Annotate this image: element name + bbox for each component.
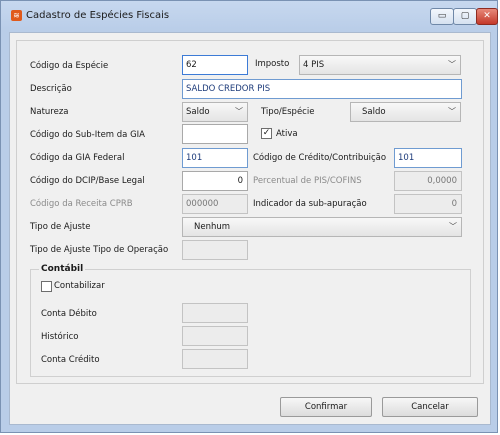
contabilizar-label: Contabilizar bbox=[54, 281, 105, 291]
descricao-input[interactable]: SALDO CREDOR PIS bbox=[182, 79, 462, 99]
conta-debito-input bbox=[182, 303, 248, 323]
tipo-especie-select[interactable]: Saldo ﹀ bbox=[350, 102, 461, 122]
conta-credito-input bbox=[182, 349, 248, 369]
tipo-especie-value: Saldo bbox=[362, 107, 386, 117]
dialog-window: ≋ Cadastro de Espécies Fiscais ▭ ▢ ✕ Cód… bbox=[0, 0, 498, 433]
tipo-ajuste-value: Nenhum bbox=[194, 222, 231, 232]
sub-item-gia-input[interactable] bbox=[182, 124, 248, 144]
codigo-especie-label: Código da Espécie bbox=[30, 61, 109, 71]
imposto-value: 4 PIS bbox=[303, 60, 325, 70]
historico-input bbox=[182, 326, 248, 346]
conta-debito-label: Conta Débito bbox=[41, 309, 97, 319]
codigo-especie-input[interactable]: 62 bbox=[182, 55, 248, 75]
dcip-base-legal-input[interactable]: 0 bbox=[182, 171, 248, 191]
credito-contribuicao-label: Código de Crédito/Contribuição bbox=[253, 153, 387, 163]
indicador-subapuracao-input: 0 bbox=[394, 194, 462, 214]
historico-label: Histórico bbox=[41, 332, 79, 342]
tipo-ajuste-label: Tipo de Ajuste bbox=[30, 222, 91, 232]
sub-item-gia-label: Código do Sub-Item da GIA bbox=[30, 130, 145, 140]
app-icon: ≋ bbox=[11, 10, 22, 21]
chevron-down-icon: ﹀ bbox=[235, 107, 243, 116]
chevron-down-icon: ﹀ bbox=[449, 222, 457, 231]
form-panel: Código da Espécie 62 Imposto 4 PIS ﹀ Des… bbox=[16, 40, 484, 384]
ativa-label: Ativa bbox=[276, 129, 298, 139]
client-area: Código da Espécie 62 Imposto 4 PIS ﹀ Des… bbox=[9, 32, 491, 425]
tipo-ajuste-operacao-input bbox=[182, 240, 248, 260]
receita-cprb-label: Código da Receita CPRB bbox=[30, 199, 133, 209]
natureza-value: Saldo bbox=[186, 107, 210, 117]
gia-federal-label: Código da GIA Federal bbox=[30, 153, 125, 163]
contabil-title: Contábil bbox=[39, 264, 86, 274]
conta-credito-label: Conta Crédito bbox=[41, 355, 100, 365]
tipo-especie-label: Tipo/Espécie bbox=[261, 107, 315, 117]
percentual-pis-cofins-label: Percentual de PIS/COFINS bbox=[253, 176, 362, 186]
chevron-down-icon: ﹀ bbox=[448, 107, 456, 116]
window-title: Cadastro de Espécies Fiscais bbox=[26, 10, 170, 21]
maximize-button[interactable]: ▢ bbox=[453, 8, 477, 25]
indicador-subapuracao-label: Indicador da sub-apuração bbox=[253, 199, 367, 209]
cancelar-button[interactable]: Cancelar bbox=[382, 397, 478, 417]
imposto-label: Imposto bbox=[255, 59, 290, 69]
descricao-label: Descrição bbox=[30, 84, 72, 94]
title-bar[interactable]: ≋ Cadastro de Espécies Fiscais ▭ ▢ ✕ bbox=[1, 1, 498, 31]
gia-federal-input[interactable]: 101 bbox=[182, 148, 248, 168]
receita-cprb-input: 000000 bbox=[182, 194, 248, 214]
percentual-pis-cofins-input: 0,0000 bbox=[394, 171, 462, 191]
imposto-select[interactable]: 4 PIS ﹀ bbox=[299, 55, 461, 75]
ativa-checkbox[interactable]: ✓ bbox=[261, 128, 272, 139]
natureza-label: Natureza bbox=[30, 107, 69, 117]
confirmar-button[interactable]: Confirmar bbox=[280, 397, 372, 417]
minimize-button[interactable]: ▭ bbox=[430, 8, 454, 25]
tipo-ajuste-select[interactable]: Nenhum ﹀ bbox=[182, 217, 462, 237]
chevron-down-icon: ﹀ bbox=[448, 60, 456, 69]
tipo-ajuste-operacao-label: Tipo de Ajuste Tipo de Operação bbox=[30, 245, 169, 255]
natureza-select[interactable]: Saldo ﹀ bbox=[182, 102, 248, 122]
close-button[interactable]: ✕ bbox=[476, 8, 498, 25]
contabilizar-checkbox[interactable] bbox=[41, 281, 52, 292]
dcip-base-legal-label: Código do DCIP/Base Legal bbox=[30, 176, 145, 186]
credito-contribuicao-input[interactable]: 101 bbox=[394, 148, 462, 168]
